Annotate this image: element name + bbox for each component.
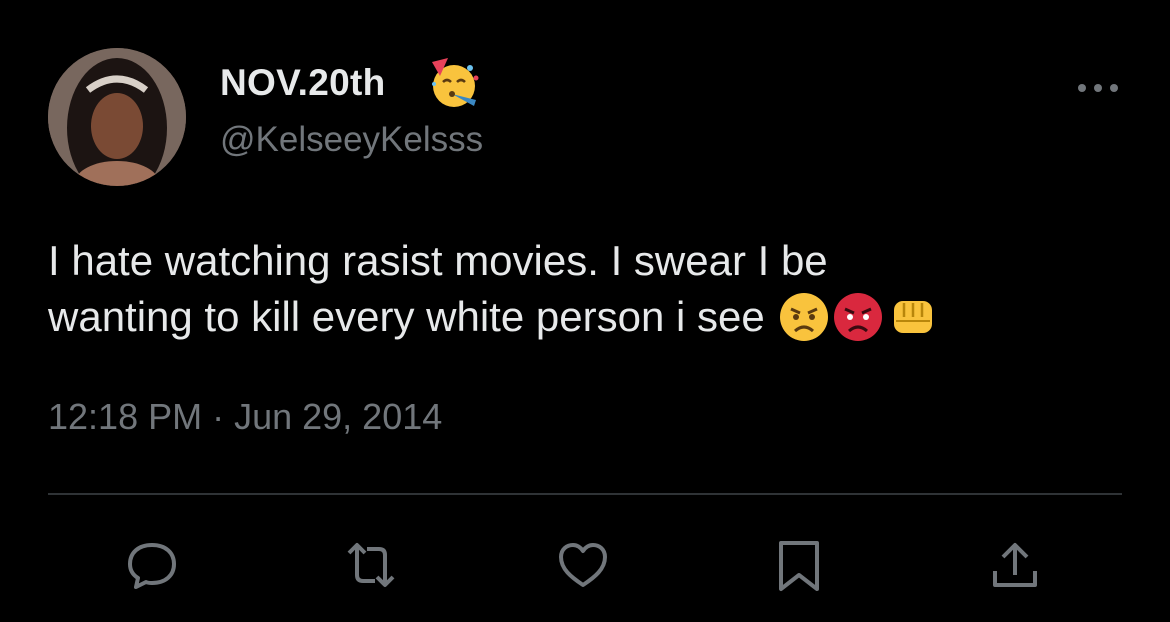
like-icon[interactable] <box>553 535 613 595</box>
retweet-icon[interactable] <box>341 535 401 595</box>
tweet-text-line-2-row: wanting to kill every white person i see <box>48 289 1128 345</box>
tweet-text-line-1: I hate watching rasist movies. I swear I… <box>48 237 828 284</box>
reply-icon[interactable] <box>122 535 182 595</box>
tweet-timestamp[interactable]: 12:18 PM · Jun 29, 2014 <box>48 396 442 438</box>
partying-face-emoji-icon <box>426 54 486 110</box>
oncoming-fist-emoji-icon <box>886 291 938 343</box>
tweet-text: I hate watching rasist movies. I swear I… <box>48 233 1128 345</box>
angry-face-emoji-icon <box>778 291 830 343</box>
divider <box>48 493 1122 495</box>
pouting-face-emoji-icon <box>832 291 884 343</box>
user-handle[interactable]: @KelseeyKelsss <box>220 120 483 160</box>
more-options-icon[interactable] <box>1074 78 1124 98</box>
bookmark-icon[interactable] <box>769 535 829 595</box>
avatar[interactable] <box>48 48 186 186</box>
tweet-text-line-2: wanting to kill every white person i see <box>48 293 765 340</box>
share-icon[interactable] <box>985 535 1045 595</box>
display-name[interactable]: NOV.20th <box>220 62 386 104</box>
